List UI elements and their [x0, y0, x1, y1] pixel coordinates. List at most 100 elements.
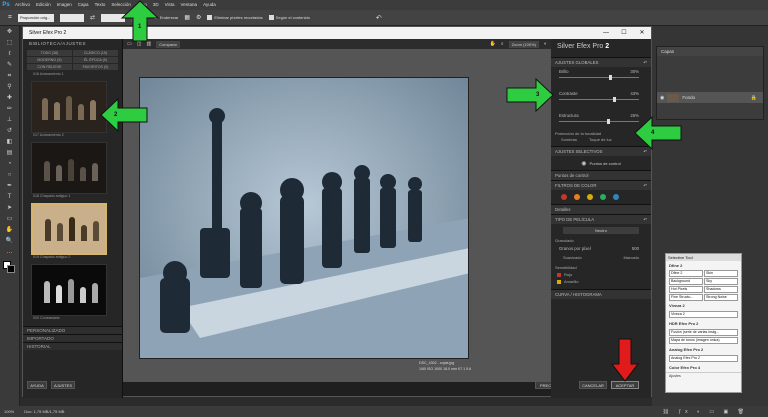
type-tool-icon[interactable]: T [4, 193, 16, 202]
menu-capa[interactable]: Capa [75, 0, 92, 10]
quick-select-icon[interactable]: ✎ [4, 61, 16, 70]
layer-row[interactable]: ◉ Fondo 🔒 [657, 92, 763, 103]
visibility-eye-icon[interactable]: ◉ [660, 95, 664, 101]
section-historial[interactable]: HISTORIAL [23, 342, 122, 350]
background-color-swatch[interactable] [7, 265, 15, 273]
control-points-header[interactable]: Puntos de control [551, 170, 651, 180]
reset-arrow-icon[interactable]: ↶ [643, 60, 647, 65]
menu-ventana[interactable]: Ventana [178, 0, 201, 10]
settings-gear-icon[interactable]: ⚙ [196, 14, 201, 21]
shadows-label[interactable]: Sombras [561, 137, 577, 142]
fine-structure-button[interactable]: Fine Structu... [669, 294, 703, 301]
slider-handle[interactable] [609, 75, 612, 80]
group-dfine[interactable]: Dfine 2 [666, 261, 741, 270]
group-hdr[interactable]: HDR Efex Pro 2 [666, 319, 741, 328]
film-type-select[interactable]: Neutro [563, 227, 639, 234]
grain-softness-row[interactable]: Suavizado Marcado [551, 254, 651, 261]
category-moderno[interactable]: MODERNO (9) [27, 57, 72, 63]
width-field[interactable] [59, 13, 84, 22]
preset-thumbnail[interactable] [31, 81, 107, 133]
ratio-select[interactable]: Proporción orig... [17, 13, 54, 22]
palette-settings[interactable]: Ajustes [666, 372, 741, 379]
category-relieve[interactable]: CON RELIEVE [27, 64, 72, 70]
filter-yellow-dot[interactable] [587, 194, 593, 200]
global-adjustments-header[interactable]: AJUSTES GLOBALES ↶ [551, 57, 651, 67]
strong-noise-button[interactable]: Strong Noise [704, 294, 738, 301]
dodge-tool-icon[interactable]: ○ [4, 171, 16, 180]
add-control-point-button[interactable]: ◉ Puntos de control [551, 156, 651, 170]
menu-texto[interactable]: Texto [92, 0, 109, 10]
preset-thumbnail-selected[interactable] [31, 203, 107, 255]
move-tool-icon[interactable]: ✥ [4, 28, 16, 37]
film-type-header[interactable]: TIPO DE PELÍCULA ↶ [551, 214, 651, 224]
hand-tool-icon[interactable]: ✋ [4, 226, 16, 235]
menu-edicion[interactable]: Edición [33, 0, 54, 10]
maximize-icon[interactable]: ☐ [615, 27, 633, 39]
lasso-tool-icon[interactable]: ℓ [4, 50, 16, 59]
swap-icon[interactable]: ⇄ [90, 14, 95, 21]
minimize-icon[interactable]: — [597, 27, 615, 39]
gradient-tool-icon[interactable]: ▤ [4, 149, 16, 158]
viveza-2-button[interactable]: Viveza 2 [669, 311, 738, 318]
details-header[interactable]: Detalles [551, 204, 651, 214]
eraser-tool-icon[interactable]: ◧ [4, 138, 16, 147]
curves-header[interactable]: CURVA / HISTOGRAMA [551, 289, 651, 299]
grid-overlay-icon[interactable]: ▦ [184, 14, 190, 21]
group-color-efex[interactable]: Color Efex Pro 4 [666, 363, 741, 372]
hot-pixels-button[interactable]: Hot Pixels [669, 286, 703, 293]
close-icon[interactable]: ✕ [633, 27, 651, 39]
slider-handle[interactable] [607, 119, 610, 124]
marquee-tool-icon[interactable]: ⬚ [4, 39, 16, 48]
preview-image[interactable] [139, 77, 469, 359]
category-favoritos[interactable]: FAVORITOS (0) [73, 64, 118, 70]
healing-brush-icon[interactable]: ✚ [4, 94, 16, 103]
contrast-slider[interactable]: Contraste 43% [551, 89, 651, 103]
crop-tool-icon[interactable]: ⌗ [8, 14, 12, 22]
slider-track[interactable] [559, 99, 639, 100]
menu-vista[interactable]: Vista [162, 0, 178, 10]
category-epoca[interactable]: ÉL ÉPOCA (9) [73, 57, 118, 63]
hdr-fusion-button[interactable]: Fusión (serie de varias imág... [669, 329, 738, 336]
background-toggle-icon[interactable]: ◐ [544, 41, 547, 47]
sensitivity-yellow-row[interactable]: Amarillo [551, 278, 651, 285]
filter-red-dot[interactable] [561, 194, 567, 200]
highlights-label[interactable]: Toque de luz [589, 137, 612, 142]
history-brush-icon[interactable]: ↺ [4, 127, 16, 136]
section-importado[interactable]: IMPORTADO [23, 334, 122, 342]
eyedropper-icon[interactable]: ⚲ [4, 83, 16, 92]
menu-archivo[interactable]: Archivo [12, 0, 33, 10]
zoom-icon[interactable]: ⌕ [501, 41, 504, 47]
blur-tool-icon[interactable]: ◔ [4, 160, 16, 169]
brightness-slider[interactable]: Brillo 30% [551, 67, 651, 81]
help-button[interactable]: AYUDA [27, 381, 47, 389]
content-aware-checkbox[interactable]: Según el contenido [268, 15, 310, 20]
category-clasico[interactable]: CLÁSICO (15) [73, 50, 118, 56]
undo-icon[interactable]: ↶ [376, 14, 382, 22]
filter-orange-dot[interactable] [574, 194, 580, 200]
slider-handle[interactable] [613, 97, 616, 102]
slider-track[interactable] [559, 121, 639, 122]
group-viveza[interactable]: Viveza 2 [666, 301, 741, 310]
pen-tool-icon[interactable]: ✒ [4, 182, 16, 191]
more-tools-icon[interactable]: … [4, 248, 16, 257]
filter-green-dot[interactable] [600, 194, 606, 200]
hand-pan-icon[interactable]: ✋ [490, 41, 496, 47]
ok-button[interactable]: ACEPTAR [611, 381, 639, 389]
reset-arrow-icon[interactable]: ↶ [643, 183, 647, 188]
skin-button[interactable]: Skin [704, 270, 738, 277]
stamp-tool-icon[interactable]: ⊥ [4, 116, 16, 125]
reset-arrow-icon[interactable]: ↶ [643, 217, 647, 222]
layers-tab[interactable]: Capas [657, 47, 763, 56]
path-select-icon[interactable]: ➤ [4, 204, 16, 213]
brush-tool-icon[interactable]: ✏ [4, 105, 16, 114]
background-button[interactable]: Background [669, 278, 703, 285]
slider-track[interactable] [559, 77, 639, 78]
settings-button[interactable]: AJUSTES [51, 381, 75, 389]
hdr-tonemap-button[interactable]: Mapa de tonos (imagen única) [669, 337, 738, 344]
delete-cropped-checkbox[interactable]: Eliminar píxeles recortados [207, 15, 263, 20]
shape-tool-icon[interactable]: ▭ [4, 215, 16, 224]
filter-blue-dot[interactable] [613, 194, 619, 200]
zoom-select[interactable]: Zoom (100%) [508, 40, 539, 48]
shadows-button[interactable]: Shadows [704, 286, 738, 293]
grain-per-pixel-slider[interactable]: Granos por píxel 500 [551, 244, 651, 254]
